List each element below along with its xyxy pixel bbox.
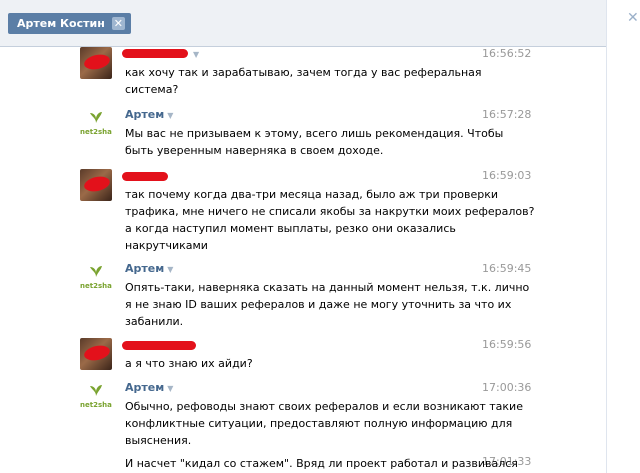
redacted-author xyxy=(122,341,196,350)
author-menu-icon[interactable]: ▼ xyxy=(190,47,199,60)
net2share-logo-icon xyxy=(90,385,102,396)
avatar[interactable]: net2share xyxy=(80,381,112,413)
message-list: ▼ 16:56:52 как хочу так и зарабатываю, з… xyxy=(0,47,606,473)
author-name[interactable]: Артем ▼ xyxy=(125,262,173,275)
net2share-logo-icon xyxy=(90,266,102,277)
message-time: 16:59:56 xyxy=(482,338,532,351)
logo-text: net2share xyxy=(80,128,112,136)
author-name[interactable]: Артем ▼ xyxy=(125,381,173,394)
message-text: Обычно, рефоводы знают своих рефералов и… xyxy=(125,400,523,447)
message-text: так почему когда два-три месяца назад, б… xyxy=(125,188,535,252)
dialog-tab[interactable]: Артем Костин ✕ xyxy=(8,13,131,34)
message-time: 16:57:28 xyxy=(482,108,532,121)
dialog-tab-bar: Артем Костин ✕ xyxy=(0,0,606,47)
message-text: как хочу так и зарабатываю, зачем тогда … xyxy=(125,66,482,96)
message-text: а я что знаю их айди? xyxy=(125,357,253,370)
net2share-logo-icon xyxy=(90,112,102,123)
message-time: 16:56:52 xyxy=(482,47,532,60)
message-text: Опять-таки, наверняка сказать на данный … xyxy=(125,281,530,328)
author-name[interactable]: Артем ▼ xyxy=(125,108,173,121)
message-text: Мы вас не призываем к этому, всего лишь … xyxy=(125,127,504,157)
avatar[interactable] xyxy=(80,338,112,370)
avatar[interactable]: net2share xyxy=(80,262,112,294)
avatar[interactable]: net2share xyxy=(80,108,112,140)
message-time: 16:59:45 xyxy=(482,262,532,275)
right-panel: ✕ xyxy=(606,0,640,473)
logo-text: net2share xyxy=(80,282,112,290)
avatar[interactable] xyxy=(80,47,112,79)
redacted-author xyxy=(122,49,188,58)
message-time: 16:59:03 xyxy=(482,169,532,182)
redacted-author xyxy=(122,172,168,181)
close-icon[interactable]: ✕ xyxy=(111,17,125,30)
message-time: 17:00:36 xyxy=(482,381,532,394)
close-icon[interactable]: ✕ xyxy=(627,10,639,26)
logo-text: net2share xyxy=(80,401,112,409)
avatar[interactable] xyxy=(80,169,112,201)
message-text: И насчет "кидал со стажем". Вряд ли прое… xyxy=(125,457,518,470)
dialog-tab-label: Артем Костин xyxy=(17,17,105,30)
